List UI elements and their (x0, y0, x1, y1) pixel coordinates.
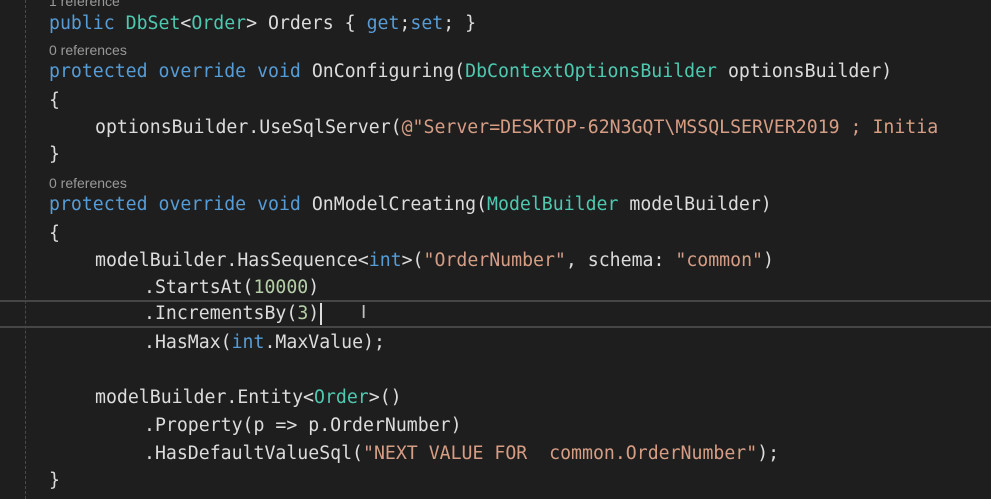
code-line-open-brace[interactable]: { (49, 88, 60, 114)
code-text: modelBuilder.Entity (95, 387, 304, 408)
code-line-property[interactable]: .Property(p => p.OrderNumber) (144, 413, 462, 439)
string-literal: "NEXT VALUE FOR common.OrderNumber" (363, 443, 758, 464)
code-line-open-brace[interactable]: { (49, 221, 60, 247)
code-line-close-brace[interactable]: } (49, 468, 60, 494)
method-name: OnModelCreating( (311, 194, 488, 215)
keyword: protected (49, 194, 148, 215)
code-text: modelBuilder) (618, 194, 772, 215)
keyword: protected (49, 61, 148, 82)
code-line-hasmax[interactable]: .HasMax(int.MaxValue); (144, 330, 385, 356)
keyword: void (257, 194, 301, 215)
type-name: DbContextOptionsBuilder (465, 61, 718, 82)
code-editor[interactable]: 1 reference public DbSet<Order> Orders {… (0, 0, 991, 499)
code-line-usesqlserver[interactable]: optionsBuilder.UseSqlServer(@"Server=DES… (95, 115, 938, 141)
keyword: set (410, 13, 444, 34)
code-line-hasdefaultvaluesql[interactable]: .HasDefaultValueSql("NEXT VALUE FOR comm… (144, 441, 779, 467)
keyword: override (158, 61, 247, 82)
punctuation: ; (399, 13, 411, 34)
punctuation: < (180, 13, 192, 34)
indent-guide (25, 0, 26, 499)
code-text: optionsBuilder) (717, 61, 893, 82)
codelens-references[interactable]: 0 references (49, 174, 127, 192)
punctuation: { (49, 223, 60, 244)
keyword: void (257, 61, 301, 82)
code-text: .HasDefaultValueSql( (144, 443, 363, 464)
code-text: .IncrementsBy( (144, 303, 298, 324)
punctuation: ); (757, 443, 780, 464)
code-line-onmodelcreating-signature[interactable]: protected override void OnModelCreating(… (49, 192, 772, 218)
punctuation: >() (368, 387, 402, 408)
code-text: optionsBuilder.UseSqlServer( (95, 117, 402, 138)
code-text: .MaxValue); (264, 332, 385, 353)
string-literal: @"Server=DESKTOP-62N3GQT\MSSQLSERVER2019… (401, 117, 939, 138)
code-line-close-brace[interactable]: } (49, 142, 60, 168)
code-line-startsat[interactable]: .StartsAt(10000) (144, 275, 319, 301)
code-text: , schema: (565, 250, 676, 271)
code-text: > Orders { (246, 13, 367, 34)
string-literal: "OrderNumber" (423, 250, 566, 271)
keyword: int (231, 332, 265, 353)
code-text: .HasMax( (144, 332, 232, 353)
code-text: modelBuilder.HasSequence (95, 250, 358, 271)
punctuation: { (49, 90, 60, 111)
punctuation: < (303, 387, 314, 408)
keyword: get (366, 13, 400, 34)
code-line-orders-property[interactable]: public DbSet<Order> Orders { get;set; } (49, 11, 476, 37)
punctuation: ) (762, 250, 774, 271)
code-text: .StartsAt( (144, 277, 254, 298)
keyword: int (368, 250, 402, 271)
number-literal: 10000 (253, 277, 309, 298)
punctuation: } (49, 470, 60, 491)
codelens-references[interactable]: 1 reference (49, 0, 120, 10)
number-literal: 3 (297, 303, 309, 324)
code-text: .Property(p => p.OrderNumber) (144, 415, 462, 436)
ibeam-cursor-icon: I (361, 302, 367, 323)
method-name: OnConfiguring( (311, 61, 466, 82)
type-name: ModelBuilder (487, 194, 619, 215)
punctuation: < (357, 250, 369, 271)
punctuation: } (49, 144, 60, 165)
keyword: override (158, 194, 247, 215)
punctuation: ; } (443, 13, 477, 34)
type-name: Order (191, 13, 247, 34)
code-line-entity[interactable]: modelBuilder.Entity<Order>() (95, 385, 402, 411)
code-line-incrementsby[interactable]: .IncrementsBy(3) (144, 301, 323, 327)
code-line-hassequence[interactable]: modelBuilder.HasSequence<int>("OrderNumb… (95, 248, 774, 274)
code-line-onconfiguring-signature[interactable]: protected override void OnConfiguring(Db… (49, 59, 892, 85)
type-name: Order (314, 387, 369, 408)
type-name: DbSet (125, 13, 181, 34)
string-literal: "common" (675, 250, 763, 271)
punctuation: ) (308, 303, 320, 324)
punctuation: ) (308, 277, 320, 298)
punctuation: >( (401, 250, 424, 271)
text-caret (320, 303, 323, 325)
codelens-references[interactable]: 0 references (49, 41, 127, 59)
keyword: public (49, 13, 115, 34)
